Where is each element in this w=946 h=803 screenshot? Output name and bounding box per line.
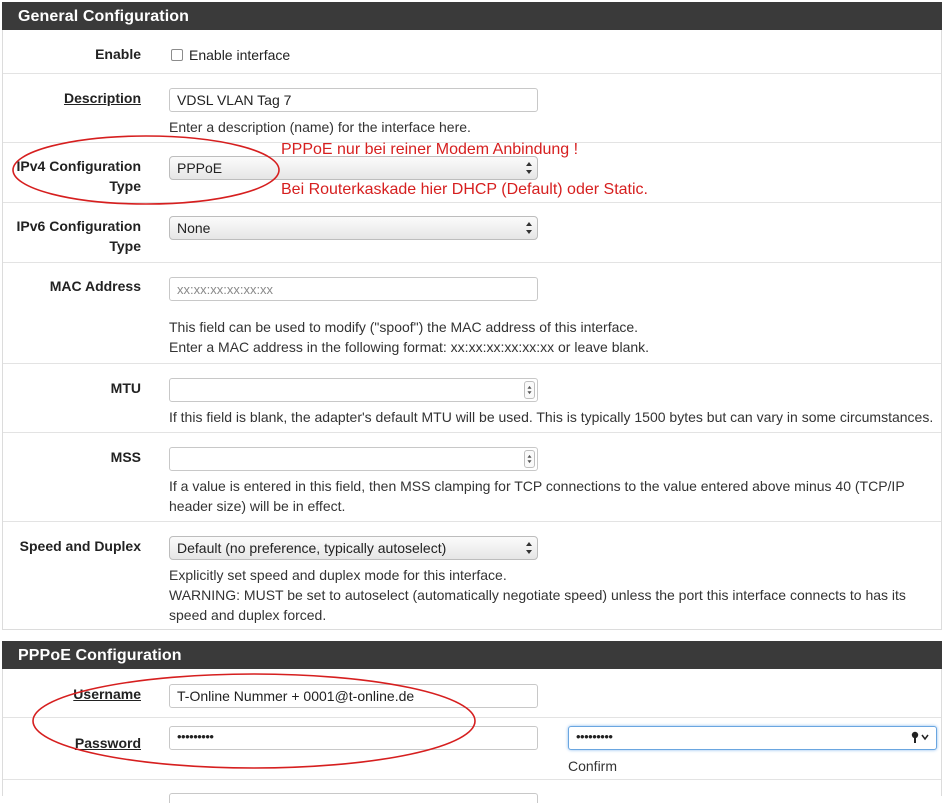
mss-label: MSS <box>110 449 141 465</box>
mtu-input[interactable] <box>169 378 538 402</box>
ipv4-label-line2: Type <box>109 178 141 194</box>
username-label[interactable]: Username <box>1 684 141 704</box>
mss-input[interactable] <box>169 447 538 471</box>
description-row: Description VDSL VLAN Tag 7 Enter a desc… <box>3 74 941 143</box>
select-arrows-icon <box>526 162 532 174</box>
general-configuration-heading: General Configuration <box>2 2 942 30</box>
mtu-help: If this field is blank, the adapter's de… <box>169 409 934 425</box>
ipv4-configuration-select[interactable]: PPPoE <box>169 156 538 180</box>
mac-address-label: MAC Address <box>49 278 141 294</box>
password-input[interactable]: ••••••••• <box>169 726 538 750</box>
mac-address-help: This field can be used to modify ("spoof… <box>169 317 939 357</box>
mac-help-line1: This field can be used to modify ("spoof… <box>169 319 639 335</box>
password-row: Password ••••••••• ••••••••• Confirm <box>3 718 941 780</box>
mss-help-line1: If a value is entered in this field, the… <box>169 478 905 494</box>
speed-help-line2: WARNING: MUST be set to autoselect (auto… <box>169 587 906 603</box>
next-row <box>3 780 941 803</box>
ipv6-configuration-row: IPv6 Configuration Type None <box>3 203 941 263</box>
spinner-icon[interactable] <box>524 381 535 399</box>
mtu-row: MTU If this field is blank, the adapter'… <box>3 364 941 433</box>
description-label[interactable]: Description <box>1 88 141 108</box>
speed-duplex-row: Speed and Duplex Default (no preference,… <box>3 522 941 630</box>
spinner-icon[interactable] <box>524 450 535 468</box>
mac-address-row: MAC Address xx:xx:xx:xx:xx:xx This field… <box>3 263 941 364</box>
description-help: Enter a description (name) for the inter… <box>169 119 471 135</box>
next-field-input[interactable] <box>169 793 538 803</box>
ipv6-configuration-label: IPv6 Configuration Type <box>1 216 141 256</box>
enable-interface-checkbox[interactable] <box>171 49 183 61</box>
speed-help-line3: speed and duplex forced. <box>169 607 327 623</box>
general-configuration-panel: Enable Enable interface Description VDSL… <box>2 30 942 630</box>
speed-duplex-selected-value: Default (no preference, typically autose… <box>177 540 447 556</box>
pppoe-configuration-heading: PPPoE Configuration <box>2 641 942 669</box>
ipv6-label-line2: Type <box>109 238 141 254</box>
mtu-label: MTU <box>110 380 141 396</box>
select-arrows-icon <box>526 222 532 234</box>
annotation-line1: PPPoE nur bei reiner Modem Anbindung ! <box>281 141 579 158</box>
description-input[interactable]: VDSL VLAN Tag 7 <box>169 88 538 112</box>
mss-row: MSS If a value is entered in this field,… <box>3 433 941 522</box>
enable-label: Enable <box>95 46 141 62</box>
enable-interface-label[interactable]: Enable interface <box>189 45 290 65</box>
ipv4-selected-value: PPPoE <box>177 160 223 176</box>
username-row: Username T-Online Nummer + 0001@t-online… <box>3 669 941 718</box>
password-confirm-input[interactable]: ••••••••• <box>568 726 937 750</box>
pppoe-configuration-panel: Username T-Online Nummer + 0001@t-online… <box>2 669 942 803</box>
select-arrows-icon <box>526 542 532 554</box>
mss-help: If a value is entered in this field, the… <box>169 476 939 516</box>
ipv6-selected-value: None <box>177 220 211 236</box>
speed-help-line1: Explicitly set speed and duplex mode for… <box>169 567 507 583</box>
username-input[interactable]: T-Online Nummer + 0001@t-online.de <box>169 684 538 708</box>
password-label[interactable]: Password <box>1 733 141 753</box>
speed-duplex-select[interactable]: Default (no preference, typically autose… <box>169 536 538 560</box>
ipv4-label-line1: IPv4 Configuration <box>16 158 141 174</box>
password-confirm-value: ••••••••• <box>576 729 613 744</box>
ipv4-configuration-label: IPv4 Configuration Type <box>1 156 141 196</box>
confirm-label: Confirm <box>568 758 618 774</box>
speed-duplex-help: Explicitly set speed and duplex mode for… <box>169 565 939 625</box>
annotation-line2: Bei Routerkaskade hier DHCP (Default) od… <box>281 181 648 198</box>
mac-help-line2: Enter a MAC address in the following for… <box>169 339 650 355</box>
speed-duplex-label: Speed and Duplex <box>19 538 141 554</box>
mac-address-input[interactable]: xx:xx:xx:xx:xx:xx <box>169 277 538 301</box>
mss-help-line2: header size) will be in effect. <box>169 498 346 514</box>
ipv6-configuration-select[interactable]: None <box>169 216 538 240</box>
ipv6-label-line1: IPv6 Configuration <box>16 218 141 234</box>
key-icon[interactable] <box>910 730 930 747</box>
enable-row: Enable Enable interface <box>3 30 941 74</box>
